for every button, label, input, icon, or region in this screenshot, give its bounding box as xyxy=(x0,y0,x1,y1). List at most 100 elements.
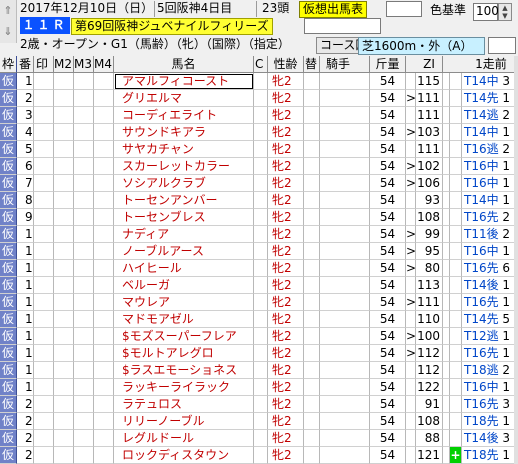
previous-race-cell[interactable]: 5 T14先 xyxy=(462,311,518,328)
m2-cell[interactable] xyxy=(54,107,74,124)
mark-cell[interactable] xyxy=(34,311,54,328)
horse-name-cell[interactable]: レグルドール xyxy=(114,430,254,447)
horse-name-cell[interactable]: ナディア xyxy=(114,226,254,243)
previous-race-cell[interactable]: 1 T16中 xyxy=(462,175,518,192)
m3-cell[interactable] xyxy=(74,226,94,243)
m2-cell[interactable] xyxy=(54,328,74,345)
horse-name-cell[interactable]: マウレア xyxy=(114,294,254,311)
previous-race-cell[interactable]: 3 T16先 xyxy=(462,396,518,413)
table-row[interactable]: 仮 5 サヤカチャン 牝2 54 111 2 T16逃 xyxy=(0,141,518,158)
m4-cell[interactable] xyxy=(94,107,114,124)
horse-name-cell[interactable]: トーセンブレス xyxy=(114,209,254,226)
m2-cell[interactable] xyxy=(54,413,74,430)
mark-cell[interactable] xyxy=(34,294,54,311)
previous-race-cell[interactable]: 1 T14先 xyxy=(462,90,518,107)
table-row[interactable]: 仮23 ロックディスタウン牝2 54 121 +1T18先 xyxy=(0,447,518,464)
previous-race-cell[interactable]: 2 T11後 xyxy=(462,226,518,243)
horse-name-cell[interactable]: ロックディスタウン xyxy=(114,447,254,464)
previous-race-cell[interactable]: 1 T14後 xyxy=(462,277,518,294)
horse-name-cell[interactable]: トーセンアンバー xyxy=(114,192,254,209)
col-c[interactable]: C xyxy=(254,56,268,73)
m4-cell[interactable] xyxy=(94,90,114,107)
table-row[interactable]: 仮10 ナディア牝2 54>99 2T11後 xyxy=(0,226,518,243)
table-row[interactable]: 仮11 ノーブルアース牝2 54>95 1T16中 xyxy=(0,243,518,260)
m4-cell[interactable] xyxy=(94,226,114,243)
m3-cell[interactable] xyxy=(74,311,94,328)
next-race-icon[interactable]: ⇓ xyxy=(0,21,17,43)
m2-cell[interactable] xyxy=(54,430,74,447)
m3-cell[interactable] xyxy=(74,362,94,379)
m3-cell[interactable] xyxy=(74,90,94,107)
col-mark[interactable]: 印 xyxy=(34,56,54,73)
m4-cell[interactable] xyxy=(94,260,114,277)
m3-cell[interactable] xyxy=(74,345,94,362)
table-row[interactable]: 仮17 $モルトアレグロ牝2 54>112 1T16先 xyxy=(0,345,518,362)
mark-cell[interactable] xyxy=(34,277,54,294)
m3-cell[interactable] xyxy=(74,124,94,141)
mark-cell[interactable] xyxy=(34,107,54,124)
mark-cell[interactable] xyxy=(34,379,54,396)
mark-cell[interactable] xyxy=(34,90,54,107)
previous-race-cell[interactable]: 1 T18先 xyxy=(462,413,518,430)
horse-name-cell[interactable]: ノーブルアース xyxy=(114,243,254,260)
m3-cell[interactable] xyxy=(74,396,94,413)
scrollbar[interactable] xyxy=(514,56,518,464)
m2-cell[interactable] xyxy=(54,158,74,175)
table-row[interactable]: 仮16 $モズスーパーフレア牝2 54>100 1T12逃 xyxy=(0,328,518,345)
table-row[interactable]: 仮18 $ラスエモーショネス牝2 54 112 2T18逃 xyxy=(0,362,518,379)
m4-cell[interactable] xyxy=(94,175,114,192)
horse-name-cell[interactable]: ソシアルクラブ xyxy=(114,175,254,192)
m4-cell[interactable] xyxy=(94,362,114,379)
previous-race-cell[interactable]: 1 T16先 xyxy=(462,294,518,311)
table-row[interactable]: 仮15 マドモアゼル牝2 54 110 5T14先 xyxy=(0,311,518,328)
col-m2[interactable]: M2 xyxy=(54,56,74,73)
col-waku[interactable]: 枠 xyxy=(0,56,17,73)
table-row[interactable]: 仮 8 トーセンアンバー 牝2 54 93 1 T14中 xyxy=(0,192,518,209)
horse-name-cell[interactable]: アマルフィコースト xyxy=(114,73,254,90)
m2-cell[interactable] xyxy=(54,90,74,107)
m2-cell[interactable] xyxy=(54,226,74,243)
previous-race-cell[interactable]: 1 T16中 xyxy=(462,379,518,396)
mark-cell[interactable] xyxy=(34,158,54,175)
m4-cell[interactable] xyxy=(94,430,114,447)
previous-race-cell[interactable]: 1 T14中 xyxy=(462,192,518,209)
m4-cell[interactable] xyxy=(94,379,114,396)
previous-race-cell[interactable]: 1 T16中 xyxy=(462,243,518,260)
previous-race-cell[interactable]: 1 T18先 xyxy=(462,447,518,464)
m2-cell[interactable] xyxy=(54,141,74,158)
horse-name-cell[interactable]: マドモアゼル xyxy=(114,311,254,328)
m2-cell[interactable] xyxy=(54,277,74,294)
mark-cell[interactable] xyxy=(34,175,54,192)
previous-race-cell[interactable]: 2 T16逃 xyxy=(462,141,518,158)
horse-name-cell[interactable]: リリーノーブル xyxy=(114,413,254,430)
mark-cell[interactable] xyxy=(34,226,54,243)
m4-cell[interactable] xyxy=(94,413,114,430)
m2-cell[interactable] xyxy=(54,260,74,277)
m2-cell[interactable] xyxy=(54,243,74,260)
prev-race-icon[interactable]: ⇑ xyxy=(0,0,17,21)
m4-cell[interactable] xyxy=(94,141,114,158)
col-sex-age[interactable]: 性齢 xyxy=(268,56,304,73)
mark-cell[interactable] xyxy=(34,447,54,464)
mark-cell[interactable] xyxy=(34,413,54,430)
m3-cell[interactable] xyxy=(74,158,94,175)
col-horse-name[interactable]: 馬名 xyxy=(114,56,254,73)
previous-race-cell[interactable]: 6 T16先 xyxy=(462,260,518,277)
m4-cell[interactable] xyxy=(94,209,114,226)
m3-cell[interactable] xyxy=(74,73,94,90)
col-number[interactable]: 番 xyxy=(17,56,34,73)
table-row[interactable]: 仮12 ハイヒール牝2 54>80 6T16先 xyxy=(0,260,518,277)
mark-cell[interactable] xyxy=(34,260,54,277)
m3-cell[interactable] xyxy=(74,379,94,396)
m3-cell[interactable] xyxy=(74,175,94,192)
m4-cell[interactable] xyxy=(94,447,114,464)
horse-name-cell[interactable]: ベルーガ xyxy=(114,277,254,294)
previous-race-cell[interactable]: 2 T16先 xyxy=(462,209,518,226)
table-row[interactable]: 仮 2 グリエルマ 牝2 54 >111 1 T14先 xyxy=(0,90,518,107)
table-row[interactable]: 仮 1 アマルフィコースト 牝2 54 115 3 T14中 xyxy=(0,73,518,90)
m2-cell[interactable] xyxy=(54,294,74,311)
m3-cell[interactable] xyxy=(74,328,94,345)
col-jockey[interactable]: 騎手 xyxy=(320,56,370,73)
m3-cell[interactable] xyxy=(74,192,94,209)
horse-name-cell[interactable]: ラッキーライラック xyxy=(114,379,254,396)
